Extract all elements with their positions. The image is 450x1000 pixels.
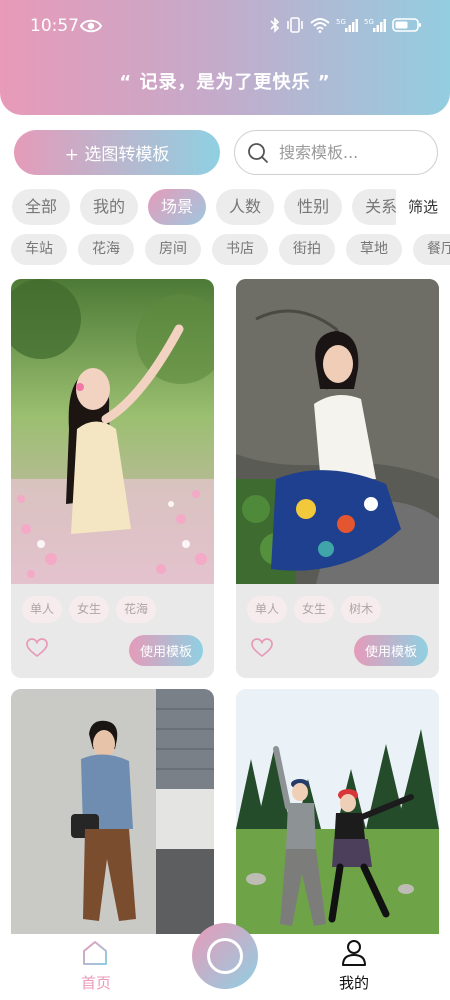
wifi-icon <box>310 18 330 33</box>
tab-gender[interactable]: 性别 <box>284 189 343 225</box>
tab-all[interactable]: 全部 <box>12 189 71 225</box>
card-photo[interactable] <box>236 279 439 584</box>
status-time: 10:57 <box>30 16 79 36</box>
convert-to-template-button[interactable]: + 选图转模板 <box>14 130 220 175</box>
card-photo[interactable] <box>11 689 214 949</box>
person-icon <box>342 940 366 966</box>
card-photo[interactable] <box>236 689 439 949</box>
header-banner: 10:57 5G 5G “ 记录，是为了更快乐 ” <box>0 0 450 115</box>
network-label: 5G <box>364 18 374 26</box>
chip-restaurant[interactable]: 餐厅 <box>413 234 450 265</box>
card-photo[interactable] <box>11 279 214 584</box>
tag: 女生 <box>294 596 335 623</box>
use-template-button[interactable]: 使用模板 <box>129 635 203 666</box>
camera-center-button[interactable] <box>192 923 258 989</box>
tag: 单人 <box>247 596 288 623</box>
bluetooth-icon <box>270 17 280 33</box>
nav-mine[interactable]: 我的 <box>324 934 384 1000</box>
battery-icon <box>392 18 421 32</box>
template-card[interactable] <box>236 689 439 949</box>
status-icons: 5G 5G <box>270 17 422 33</box>
chip-bookstore[interactable]: 书店 <box>212 234 268 265</box>
tab-people-count[interactable]: 人数 <box>216 189 275 225</box>
tag: 树木 <box>341 596 382 623</box>
chip-station[interactable]: 车站 <box>11 234 67 265</box>
woman-sitting-on-rock-photo <box>236 279 439 584</box>
tag: 单人 <box>22 596 63 623</box>
tab-mine[interactable]: 我的 <box>80 189 139 225</box>
tab-relationship[interactable]: 关系 <box>352 189 396 225</box>
network-label: 5G <box>336 18 346 26</box>
shutter-ring-icon <box>207 938 243 974</box>
chip-flower-field[interactable]: 花海 <box>78 234 134 265</box>
nav-home-label: 首页 <box>80 974 111 992</box>
card-tags: 单人 女生 树木 <box>247 596 382 623</box>
use-template-button[interactable]: 使用模板 <box>354 635 428 666</box>
woman-in-flower-field-photo <box>11 279 214 584</box>
man-leaning-on-wall-photo <box>11 689 214 949</box>
card-tags: 单人 女生 花海 <box>22 596 157 623</box>
two-women-on-grass-photo <box>236 689 439 949</box>
chip-grassland[interactable]: 草地 <box>346 234 402 265</box>
nav-home[interactable]: 首页 <box>66 934 126 1000</box>
template-card[interactable] <box>11 689 214 949</box>
subcategory-chips: 车站 花海 房间 书店 街拍 草地 餐厅 <box>11 234 450 266</box>
heart-icon[interactable] <box>26 638 48 658</box>
filter-button[interactable]: 筛选 <box>396 189 450 225</box>
eye-icon <box>80 19 102 33</box>
template-card[interactable]: 单人 女生 树木 使用模板 <box>236 279 439 678</box>
vibrate-icon <box>287 17 303 33</box>
template-card[interactable]: 单人 女生 花海 使用模板 <box>11 279 214 678</box>
status-bar: 10:57 5G 5G <box>0 14 450 42</box>
chip-room[interactable]: 房间 <box>145 234 201 265</box>
search-icon <box>248 142 268 163</box>
search-box[interactable] <box>234 130 438 175</box>
search-input[interactable] <box>279 143 429 162</box>
signal-5g-icon: 5G <box>364 18 386 32</box>
slogan: “ 记录，是为了更快乐 ” <box>119 72 331 93</box>
tag: 花海 <box>116 596 157 623</box>
nav-mine-label: 我的 <box>338 974 369 992</box>
heart-icon[interactable] <box>251 638 273 658</box>
category-tabs: 全部 我的 场景 人数 性别 关系 <box>12 189 396 225</box>
tab-scene[interactable]: 场景 <box>148 189 207 225</box>
home-icon <box>83 941 107 965</box>
tag: 女生 <box>69 596 110 623</box>
chip-street-snap[interactable]: 街拍 <box>279 234 335 265</box>
signal-5g-icon: 5G <box>336 18 358 32</box>
